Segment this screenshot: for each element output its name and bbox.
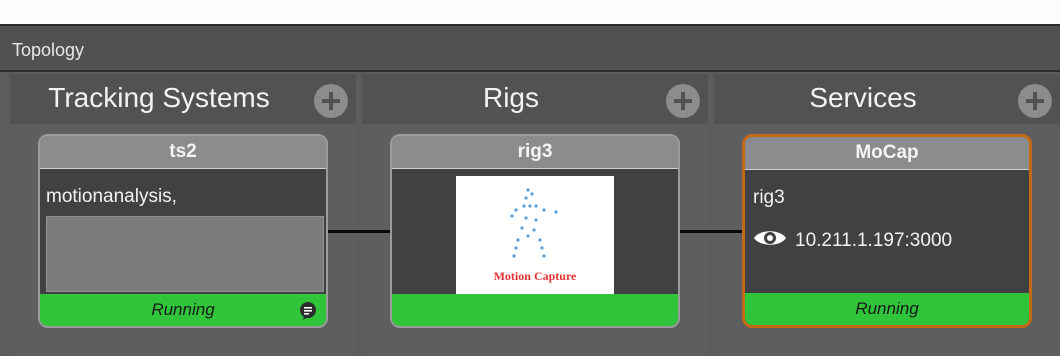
section-title: Topology	[12, 40, 85, 60]
top-bar	[0, 0, 1060, 26]
rig-card[interactable]: rig3 Motion Capture	[390, 134, 680, 328]
service-card[interactable]: MoCap rig3 10.211.1.197:3000 Running	[742, 134, 1032, 328]
column-title: Tracking Systems	[48, 82, 270, 113]
endpoint-address: 10.211.1.197:3000	[795, 229, 953, 251]
eye-icon[interactable]	[753, 227, 787, 254]
status-bar: Running	[40, 294, 326, 326]
connector-line	[328, 230, 390, 233]
tracking-system-details-box	[46, 216, 324, 292]
status-text: Running	[855, 299, 919, 318]
service-endpoint: 10.211.1.197:3000	[753, 227, 952, 254]
column-title: Rigs	[482, 82, 539, 113]
card-title: rig3	[392, 136, 678, 169]
add-service-button[interactable]	[1018, 84, 1052, 118]
column-header-rigs: Rigs	[362, 74, 708, 124]
preview-label: Motion Capture	[493, 269, 577, 283]
tracking-system-description: motionanalysis,	[46, 186, 177, 207]
column-title: Services	[809, 82, 917, 113]
service-rig-label: rig3	[753, 187, 785, 208]
tracking-system-card[interactable]: ts2 motionanalysis, Running	[38, 134, 328, 328]
add-rig-button[interactable]	[666, 84, 700, 118]
card-title: ts2	[40, 136, 326, 169]
status-bar: Running	[745, 293, 1029, 325]
column-header-tracking-systems: Tracking Systems	[10, 74, 356, 124]
column-header-services: Services	[714, 74, 1060, 124]
chat-bubble-icon[interactable]	[298, 300, 318, 320]
add-tracking-system-button[interactable]	[314, 84, 348, 118]
topology-header: Topology	[0, 26, 1060, 72]
card-title: MoCap	[745, 137, 1029, 170]
rig-preview-image: Motion Capture	[456, 176, 614, 294]
status-bar	[392, 294, 678, 326]
connector-line	[680, 230, 744, 233]
status-text: Running	[151, 300, 215, 319]
